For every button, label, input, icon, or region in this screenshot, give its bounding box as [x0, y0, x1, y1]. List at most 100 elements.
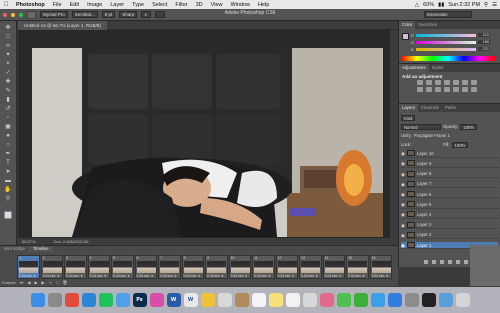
timeline-frame[interactable]: 4 0.04 sec. ▾: [87, 255, 110, 279]
healing-brush-tool-icon[interactable]: ✚: [4, 79, 13, 86]
next-frame-icon[interactable]: ▶: [42, 280, 45, 285]
layer-visibility-icon[interactable]: ◉: [401, 151, 405, 156]
window-zoom-button[interactable]: [19, 12, 23, 17]
frame-delay-select[interactable]: 0.04 sec. ▾: [372, 274, 388, 278]
mail-icon[interactable]: [115, 293, 130, 307]
messages-icon[interactable]: [336, 293, 351, 307]
document-size[interactable]: Doc: 2.64M/253.1M: [54, 238, 89, 245]
layer-visibility-icon[interactable]: ◉: [401, 233, 405, 238]
menu-file[interactable]: File: [49, 2, 66, 8]
path-selection-tool-icon[interactable]: ➤: [4, 169, 13, 176]
frame-delay-select[interactable]: 0.04 sec. ▾: [254, 274, 270, 278]
opacity-field[interactable]: 100%: [460, 123, 478, 130]
tab-styles[interactable]: Styles: [429, 64, 447, 72]
color-swatch-foreground[interactable]: [402, 33, 409, 40]
posterize-icon[interactable]: [462, 87, 468, 92]
frame-delay-select[interactable]: 0.04 sec. ▾: [184, 274, 200, 278]
font-style-select[interactable]: Semibol...: [71, 11, 98, 18]
curves-icon[interactable]: [435, 80, 441, 85]
move-tool-icon[interactable]: ✥: [4, 25, 13, 32]
red-slider[interactable]: R 215: [411, 33, 496, 38]
layer-kind-filter[interactable]: Kind: [401, 114, 416, 121]
dodge-tool-icon[interactable]: ○: [4, 142, 13, 149]
layer-row[interactable]: ◉ Layer 10: [401, 150, 498, 158]
color-wheel-icon[interactable]: [319, 293, 334, 307]
loop-select[interactable]: Forever: [2, 280, 16, 285]
layer-row[interactable]: ◉ Layer 3: [401, 221, 498, 229]
delete-frame-icon[interactable]: 🗑: [62, 280, 67, 285]
green-slider[interactable]: G 186: [411, 40, 496, 45]
frame-delay-select[interactable]: 0.04 sec. ▾: [160, 274, 176, 278]
green-value[interactable]: 186: [478, 40, 490, 44]
menu-photoshop[interactable]: Photoshop: [12, 2, 49, 8]
frame-delay-select[interactable]: 0.04 sec. ▾: [137, 274, 153, 278]
hue-saturation-icon[interactable]: [462, 80, 468, 85]
photoshop-icon[interactable]: Ps: [132, 293, 147, 307]
window-minimize-button[interactable]: [11, 12, 15, 17]
notification-center-icon[interactable]: ☰: [492, 2, 497, 8]
tab-timeline[interactable]: Timeline: [28, 246, 53, 252]
files-icon[interactable]: [217, 293, 232, 307]
layer-visibility-icon[interactable]: ◉: [401, 223, 405, 228]
timeline-frame[interactable]: 9 0.04 sec. ▾: [205, 255, 228, 279]
invert-icon[interactable]: [453, 87, 459, 92]
menu-select[interactable]: Select: [148, 2, 171, 8]
type-tool-icon[interactable]: T: [4, 160, 13, 167]
align-left-button[interactable]: ≡: [141, 11, 152, 18]
menu-edit[interactable]: Edit: [66, 2, 83, 8]
tab-adjustments[interactable]: Adjustments: [399, 64, 429, 72]
photos-icon[interactable]: [200, 293, 215, 307]
layer-visibility-icon[interactable]: ◉: [401, 172, 405, 177]
vertical-scrollbar[interactable]: [390, 30, 398, 238]
play-icon[interactable]: ▶: [34, 280, 37, 285]
frame-delay-select[interactable]: 0.04 sec. ▾: [231, 274, 247, 278]
quick-select-tool-icon[interactable]: ✦: [4, 52, 13, 59]
layer-row[interactable]: ◉ Layer 9: [401, 160, 498, 168]
layer-row[interactable]: ◉ Layer 4: [401, 211, 498, 219]
vibrance-icon[interactable]: [453, 80, 459, 85]
frame-delay-select[interactable]: 0.04 sec. ▾: [301, 274, 317, 278]
color-lookup-icon[interactable]: [444, 87, 450, 92]
type-tool-preset-icon[interactable]: [27, 10, 36, 19]
timeline-frame[interactable]: 16 0.04 sec. ▾: [369, 255, 392, 279]
layer-visibility-icon[interactable]: ◉: [401, 212, 405, 217]
timeline-frame[interactable]: 1 0.04 sec. ▾: [17, 255, 40, 279]
menu-window[interactable]: Window: [226, 2, 254, 8]
app-store-icon[interactable]: [387, 293, 402, 307]
layer-row[interactable]: ◉ Layer 2: [401, 231, 498, 240]
shape-tool-icon[interactable]: ▬: [4, 178, 13, 185]
preview-icon[interactable]: [302, 293, 317, 307]
tab-color[interactable]: Color: [399, 21, 416, 29]
layer-visibility-icon[interactable]: ◉: [401, 202, 405, 207]
bag-icon[interactable]: [234, 293, 249, 307]
zoom-level[interactable]: 66.67%: [22, 238, 36, 245]
menu-type[interactable]: Type: [128, 2, 148, 8]
blue-value[interactable]: 221: [478, 47, 490, 51]
itunes-icon[interactable]: [149, 293, 164, 307]
threshold-icon[interactable]: [471, 87, 477, 92]
adjustment-layer-icon[interactable]: [447, 260, 452, 264]
timeline-frame[interactable]: 7 0.04 sec. ▾: [158, 255, 181, 279]
notes-icon[interactable]: [268, 293, 283, 307]
frame-delay-select[interactable]: 0.04 sec. ▾: [278, 274, 294, 278]
clock[interactable]: Sun 2:32 PM: [448, 2, 480, 8]
add-mask-icon[interactable]: [439, 260, 444, 264]
trash-icon[interactable]: [455, 293, 470, 307]
channel-mixer-icon[interactable]: [435, 87, 441, 92]
calendar-icon[interactable]: [251, 293, 266, 307]
tab-paths[interactable]: Paths: [442, 104, 459, 112]
clone-stamp-tool-icon[interactable]: ▮: [4, 97, 13, 104]
gradient-tool-icon[interactable]: ▣: [4, 124, 13, 131]
menu-layer[interactable]: Layer: [106, 2, 128, 8]
timeline-frame[interactable]: 13 0.04 sec. ▾: [299, 255, 322, 279]
word-icon[interactable]: W: [166, 293, 181, 307]
menu-view[interactable]: View: [207, 2, 227, 8]
menu-3d[interactable]: 3D: [192, 2, 207, 8]
layer-row[interactable]: ◉ Layer 6: [401, 191, 498, 199]
lasso-tool-icon[interactable]: ∞: [4, 43, 13, 50]
chrome-icon[interactable]: [64, 293, 79, 307]
menu-filter[interactable]: Filter: [171, 2, 191, 8]
menu-image[interactable]: Image: [83, 2, 106, 8]
wifi-icon[interactable]: △: [415, 2, 419, 8]
timeline-frame[interactable]: 14 0.04 sec. ▾: [322, 255, 345, 279]
